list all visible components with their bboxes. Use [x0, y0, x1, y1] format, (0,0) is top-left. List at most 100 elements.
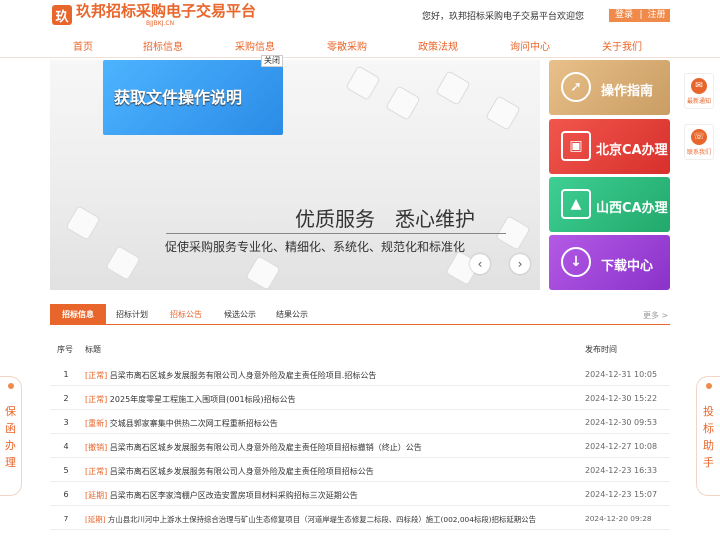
- dot-icon: [705, 383, 712, 389]
- row-no: 2: [63, 394, 69, 403]
- hero-title: 优质服务 悉心维护: [295, 207, 475, 231]
- login-button[interactable]: 登录: [609, 9, 639, 22]
- row-tag: [正常]: [85, 395, 108, 404]
- row-no: 4: [63, 442, 69, 451]
- tab-candidate-publicity[interactable]: 候选公示: [216, 304, 264, 325]
- row-tag: [正常]: [85, 371, 108, 380]
- guide-card[interactable]: ➚ 操作指南: [549, 60, 670, 115]
- download-icon: ↓: [561, 247, 591, 277]
- tab-bidding-info[interactable]: 招标信息: [50, 304, 106, 325]
- top-bar: 玖 玖邦招标采购电子交易平台 BJJBKJ.CN 您好，玖邦招标采购电子交易平台…: [0, 0, 720, 30]
- row-tag: [延期]: [85, 491, 108, 500]
- more-link[interactable]: 更多 >: [643, 310, 668, 321]
- side-right-char: 标: [703, 422, 714, 435]
- hero-subtitle: 促使采购服务专业化、精细化、系统化、规范化和标准化: [165, 240, 466, 254]
- row-no: 6: [63, 490, 69, 499]
- logo-title: 玖邦招标采购电子交易平台: [76, 2, 257, 20]
- nav-inquiry-center[interactable]: 询问中心: [510, 38, 550, 53]
- popup-text: 获取文件操作说明: [114, 88, 243, 107]
- nav-about-us[interactable]: 关于我们: [602, 38, 642, 53]
- tab-result-publicity[interactable]: 结果公示: [268, 304, 316, 325]
- table-row[interactable]: 7 [延期] 方山县北川河中上游水土保持综合治理与矿山生态修复项目（河道岸堤生态…: [50, 506, 670, 530]
- hex-decoration: [345, 65, 381, 101]
- beijing-ca-card[interactable]: ▣ 北京CA办理: [549, 119, 670, 174]
- bidding-assistant-side-tab[interactable]: 投 标 助 手: [696, 376, 720, 496]
- hex-decoration: [245, 255, 281, 290]
- side-right-char: 手: [703, 456, 714, 469]
- row-title-text: 吕梁市离石区李家湾棚户区改造安置房项目材料采购招标三次延期公告: [109, 491, 358, 500]
- image-icon: ▲: [561, 189, 591, 219]
- hex-decoration: [485, 95, 521, 131]
- side-right-char: 投: [703, 405, 714, 418]
- header-no: 序号: [57, 345, 73, 354]
- row-title-text: 吕梁市离石区城乡发展服务有限公司人身意外险及雇主责任险项目招标撤销（终止）公告: [109, 443, 422, 452]
- table-row[interactable]: 3 [重新] 交城县郭家寨集中供热二次网工程重新招标公告 2024-12-30 …: [50, 410, 670, 434]
- file-instructions-popup[interactable]: 获取文件操作说明: [103, 60, 283, 135]
- row-no: 3: [63, 418, 69, 427]
- row-title-text: 吕梁市离石区城乡发展服务有限公司人身意外险及雇主责任险项目.招标公告: [109, 371, 377, 380]
- logo-subtitle: BJJBKJ.CN: [146, 20, 175, 27]
- row-date: 2024-12-30 15:22: [585, 394, 658, 403]
- tab-bidding-plan[interactable]: 招标计划: [108, 304, 156, 325]
- table-row[interactable]: 5 [正常] 吕梁市离石区城乡发展服务有限公司人身意外险及雇主责任险项目招标公告…: [50, 458, 670, 482]
- row-date: 2024-12-27 10:08: [585, 442, 658, 451]
- row-title[interactable]: [延期] 方山县北川河中上游水土保持综合治理与矿山生态修复项目（河道岸堤生态修复…: [85, 514, 536, 525]
- download-center-card[interactable]: ↓ 下载中心: [549, 235, 670, 290]
- row-title[interactable]: [正常] 2025年度零星工程施工入围项目(001标段)招标公告: [85, 394, 296, 405]
- hex-decoration: [385, 85, 421, 121]
- row-title[interactable]: [撤销] 吕梁市离石区城乡发展服务有限公司人身意外险及雇主责任险项目招标撤销（终…: [85, 442, 422, 453]
- info-tabs: 招标信息 招标计划 招标公告 候选公示 结果公示: [50, 304, 670, 325]
- row-title-text: 2025年度零星工程施工入围项目(001标段)招标公告: [109, 395, 296, 404]
- row-tag: [重新]: [85, 419, 108, 428]
- table-row[interactable]: 6 [延期] 吕梁市离石区李家湾棚户区改造安置房项目材料采购招标三次延期公告 2…: [50, 482, 670, 506]
- row-no: 5: [63, 466, 69, 475]
- register-button[interactable]: 注册: [643, 9, 670, 22]
- row-date: 2024-12-30 09:53: [585, 418, 658, 427]
- nav-home[interactable]: 首页: [73, 38, 93, 53]
- side-left-char: 办: [5, 439, 16, 452]
- row-title[interactable]: [正常] 吕梁市离石区城乡发展服务有限公司人身意外险及雇主责任险项目.招标公告: [85, 370, 376, 381]
- row-tag: [延期]: [85, 515, 106, 524]
- hero-banner[interactable]: 获取文件操作说明 优质服务 悉心维护 促使采购服务专业化、精细化、系统化、规范化…: [50, 60, 540, 290]
- hero-divider: [166, 233, 506, 234]
- popup-close-button[interactable]: 关闭: [261, 55, 283, 67]
- compass-icon: ➚: [561, 72, 591, 102]
- row-tag: [撤销]: [85, 443, 108, 452]
- table-row[interactable]: 4 [撤销] 吕梁市离石区城乡发展服务有限公司人身意外险及雇主责任险项目招标撤销…: [50, 434, 670, 458]
- row-title[interactable]: [重新] 交城县郭家寨集中供热二次网工程重新招标公告: [85, 418, 278, 429]
- row-no: 7: [63, 514, 69, 523]
- contact-us-label: 联系我们: [686, 149, 711, 156]
- tab-bidding-notice[interactable]: 招标公告: [162, 304, 210, 325]
- next-slide-button[interactable]: ›: [510, 254, 530, 274]
- latest-notice-float[interactable]: ✉ 最新通知: [684, 73, 714, 109]
- contact-us-float[interactable]: ☏ 联系我们: [684, 124, 714, 160]
- hex-decoration: [105, 245, 141, 281]
- side-right-char: 助: [703, 439, 714, 452]
- row-title-text: 吕梁市离石区城乡发展服务有限公司人身意外险及雇主责任险项目招标公告: [109, 467, 374, 476]
- header-date: 发布时间: [585, 345, 617, 354]
- certificate-icon: ▣: [561, 131, 591, 161]
- latest-notice-label: 最新通知: [686, 98, 711, 105]
- headset-icon: ☏: [691, 129, 707, 145]
- guide-label: 操作指南: [601, 84, 654, 99]
- row-title-text: 方山县北川河中上游水土保持综合治理与矿山生态修复项目（河道岸堤生态修复二标段、四…: [107, 515, 536, 524]
- table-row[interactable]: 2 [正常] 2025年度零星工程施工入围项目(001标段)招标公告 2024-…: [50, 386, 670, 410]
- logo[interactable]: 玖 玖邦招标采购电子交易平台 BJJBKJ.CN: [52, 3, 256, 27]
- side-left-char: 保: [5, 405, 16, 418]
- nav-procurement-info[interactable]: 采购信息: [235, 38, 275, 53]
- row-title[interactable]: [正常] 吕梁市离石区城乡发展服务有限公司人身意外险及雇主责任险项目招标公告: [85, 466, 374, 477]
- guarantee-side-tab[interactable]: 保 函 办 理: [0, 376, 22, 496]
- logo-text: 玖邦招标采购电子交易平台 BJJBKJ.CN: [76, 2, 257, 28]
- hex-decoration: [65, 205, 101, 241]
- download-center-label: 下载中心: [601, 259, 654, 274]
- row-title[interactable]: [延期] 吕梁市离石区李家湾棚户区改造安置房项目材料采购招标三次延期公告: [85, 490, 358, 501]
- table-row[interactable]: 1 [正常] 吕梁市离石区城乡发展服务有限公司人身意外险及雇主责任险项目.招标公…: [50, 362, 670, 386]
- nav-scattered-procurement[interactable]: 零散采购: [327, 38, 367, 53]
- nav-bidding-info[interactable]: 招标信息: [143, 38, 183, 53]
- prev-slide-button[interactable]: ‹: [470, 254, 490, 274]
- shanxi-ca-card[interactable]: ▲ 山西CA办理: [549, 177, 670, 232]
- nav-policies[interactable]: 政策法规: [418, 38, 458, 53]
- row-tag: [正常]: [85, 467, 108, 476]
- shanxi-ca-label: 山西CA办理: [596, 201, 668, 216]
- logo-mark-icon: 玖: [52, 5, 72, 25]
